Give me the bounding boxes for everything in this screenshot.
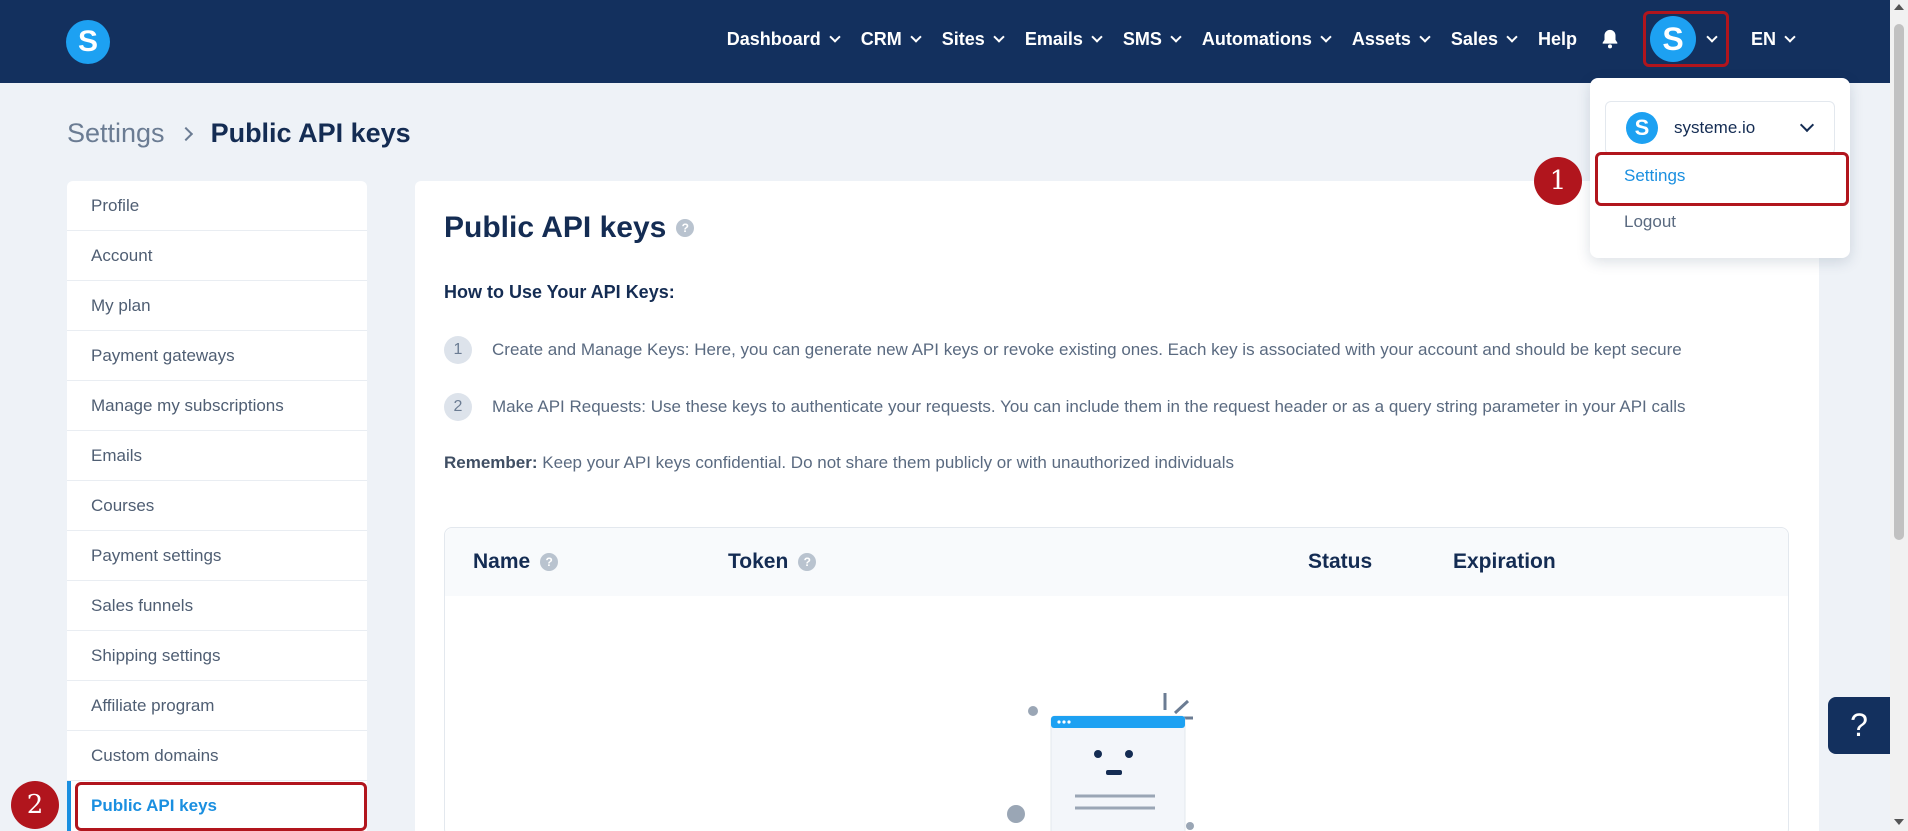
remember-text: Keep your API keys confidential. Do not … [537, 453, 1234, 472]
menu-item-settings[interactable]: Settings [1624, 166, 1685, 186]
nav-dashboard[interactable]: Dashboard [726, 28, 841, 50]
nav-assets[interactable]: Assets [1351, 28, 1431, 50]
nav-label: SMS [1122, 28, 1162, 49]
help-circle-icon[interactable]: ? [798, 553, 817, 571]
column-token: Token? [728, 550, 817, 574]
sidebar-item-shipping-settings[interactable]: Shipping settings [67, 631, 367, 681]
scroll-up-icon[interactable] [1894, 4, 1904, 10]
step-item: 2 Make API Requests: Use these keys to a… [444, 393, 1686, 421]
help-button[interactable]: ? [1828, 697, 1890, 754]
systeme-logo[interactable]: S [66, 20, 110, 64]
nav-label: Emails [1024, 28, 1083, 49]
nav-label: Automations [1201, 28, 1312, 49]
chevron-right-icon [178, 126, 193, 141]
sidebar-item-profile[interactable]: Profile [67, 181, 367, 231]
nav-sales[interactable]: Sales [1450, 28, 1518, 50]
scroll-thumb[interactable] [1894, 24, 1904, 540]
chevron-down-icon [910, 30, 922, 43]
remember-label: Remember: [444, 453, 538, 472]
column-name: Name? [473, 550, 559, 574]
chevron-down-icon [1799, 117, 1815, 133]
page-title: Public API keys [210, 118, 411, 148]
sidebar-item-custom-domains[interactable]: Custom domains [67, 731, 367, 781]
sidebar-item-sales-funnels[interactable]: Sales funnels [67, 581, 367, 631]
chevron-down-icon [1320, 30, 1332, 43]
nav-sms[interactable]: SMS [1122, 28, 1182, 50]
step-text: Make API Requests: Use these keys to aut… [492, 397, 1686, 416]
scrollbar[interactable] [1890, 0, 1908, 831]
systeme-logo: S [1626, 112, 1658, 144]
nav-label: Sites [941, 28, 985, 49]
chevron-down-icon [1506, 30, 1518, 43]
nav-crm[interactable]: CRM [860, 28, 922, 50]
nav-label: Dashboard [726, 28, 821, 49]
nav-label: Sales [1450, 28, 1498, 49]
column-label: Name [473, 550, 531, 573]
account-switcher[interactable]: S systeme.io [1605, 101, 1835, 155]
nav-sites[interactable]: Sites [941, 28, 1005, 50]
nav-automations[interactable]: Automations [1201, 28, 1332, 50]
sidebar-item-payment-gateways[interactable]: Payment gateways [67, 331, 367, 381]
chevron-down-icon [1706, 30, 1718, 43]
empty-state-illustration [1007, 693, 1194, 831]
chevron-down-icon [993, 30, 1005, 43]
settings-sidebar: Profile Account My plan Payment gateways… [67, 181, 367, 831]
chevron-down-icon [1091, 30, 1103, 43]
account-dropdown: S systeme.io Settings Logout [1590, 78, 1850, 258]
account-name: systeme.io [1674, 118, 1756, 137]
menu-item-logout[interactable]: Logout [1624, 212, 1676, 232]
chevron-down-icon [1784, 30, 1796, 43]
remember-note: Remember: Keep your API keys confidentia… [444, 453, 1234, 473]
sidebar-item-emails[interactable]: Emails [67, 431, 367, 481]
step-marker: 1 [1534, 157, 1582, 205]
step-number: 2 [444, 393, 472, 421]
column-status: Status [1308, 550, 1373, 573]
bell-icon[interactable] [1599, 28, 1621, 50]
main-panel: Public API keys ? How to Use Your API Ke… [415, 181, 1819, 831]
step-marker: 2 [11, 781, 59, 829]
sidebar-item-courses[interactable]: Courses [67, 481, 367, 531]
language-label: EN [1750, 28, 1776, 49]
step-text: Create and Manage Keys: Here, you can ge… [492, 340, 1682, 359]
language-switcher[interactable]: EN [1750, 28, 1796, 50]
step-number: 1 [444, 336, 472, 364]
sidebar-item-public-api-keys[interactable]: Public API keys [67, 781, 367, 831]
chevron-down-icon [1170, 30, 1182, 43]
sidebar-item-manage-subscriptions[interactable]: Manage my subscriptions [67, 381, 367, 431]
sidebar-item-payment-settings[interactable]: Payment settings [67, 531, 367, 581]
nav-help[interactable]: Help [1538, 29, 1577, 50]
howto-heading: How to Use Your API Keys: [444, 282, 675, 302]
column-expiration: Expiration [1453, 550, 1556, 573]
help-circle-icon[interactable]: ? [676, 219, 695, 237]
nav-label: Assets [1351, 28, 1411, 49]
account-menu-button[interactable]: S [1642, 11, 1729, 67]
main-nav: Dashboard CRM Sites Emails SMS Automatio… [705, 0, 1796, 78]
table-header: Name? Token? Status Expiration [445, 528, 1788, 596]
nav-label: CRM [860, 28, 902, 49]
breadcrumb: Settings Public API keys [67, 118, 411, 149]
step-item: 1 Create and Manage Keys: Here, you can … [444, 336, 1682, 364]
top-navbar: S Dashboard CRM Sites Emails SMS Automat… [0, 0, 1890, 83]
section-title-text: Public API keys [444, 211, 667, 244]
scroll-down-icon[interactable] [1894, 819, 1904, 825]
section-title: Public API keys ? [444, 211, 695, 245]
sidebar-item-my-plan[interactable]: My plan [67, 281, 367, 331]
help-circle-icon[interactable]: ? [540, 553, 559, 571]
nav-emails[interactable]: Emails [1024, 28, 1103, 50]
sidebar-item-account[interactable]: Account [67, 231, 367, 281]
column-label: Token [728, 550, 789, 573]
api-keys-table: Name? Token? Status Expiration [444, 527, 1789, 831]
breadcrumb-settings[interactable]: Settings [67, 118, 165, 149]
chevron-down-icon [1419, 30, 1431, 43]
sidebar-item-affiliate-program[interactable]: Affiliate program [67, 681, 367, 731]
chevron-down-icon [829, 30, 841, 43]
avatar: S [1649, 16, 1696, 62]
